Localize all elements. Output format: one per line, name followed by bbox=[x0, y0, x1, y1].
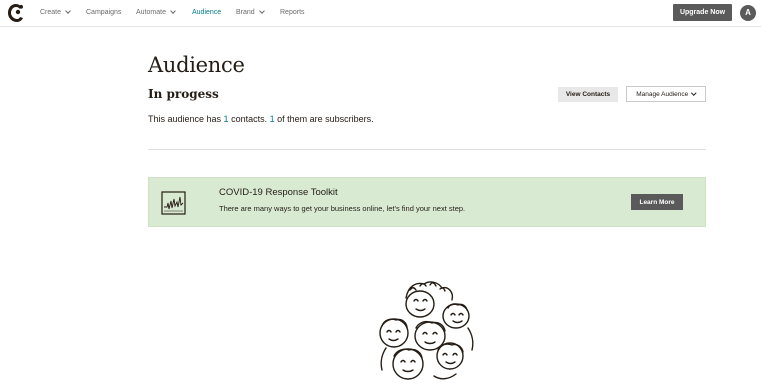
manage-audience-button[interactable]: Manage Audience bbox=[626, 86, 706, 102]
audience-name: In progess bbox=[148, 87, 219, 101]
nav-item-create[interactable]: Create bbox=[40, 8, 71, 16]
nav-item-reports[interactable]: Reports bbox=[280, 9, 305, 16]
summary-prefix: This audience has bbox=[148, 114, 224, 124]
chart-line-icon bbox=[161, 191, 186, 215]
nav-item-audience[interactable]: Audience bbox=[192, 9, 221, 16]
group-of-faces-illustration bbox=[379, 281, 474, 380]
avatar[interactable]: A bbox=[740, 5, 756, 21]
manage-audience-label: Manage Audience bbox=[636, 90, 689, 98]
page-title: Audience bbox=[148, 53, 245, 77]
banner-text: There are many ways to get your business… bbox=[219, 204, 466, 213]
chevron-down-icon bbox=[258, 8, 265, 14]
summary-suffix: of them are subscribers. bbox=[274, 114, 374, 124]
view-contacts-button[interactable]: View Contacts bbox=[558, 87, 618, 102]
nav-item-label: Reports bbox=[280, 9, 305, 16]
audience-summary: This audience has 1 contacts. 1 of them … bbox=[148, 114, 374, 124]
divider bbox=[148, 149, 706, 150]
mailchimp-logo-icon[interactable] bbox=[7, 3, 25, 23]
nav-item-brand[interactable]: Brand bbox=[236, 8, 265, 16]
chevron-down-icon bbox=[170, 8, 176, 14]
nav-item-campaigns[interactable]: Campaigns bbox=[86, 9, 121, 16]
nav-item-label: Create bbox=[40, 9, 62, 16]
banner-title: COVID-19 Response Toolkit bbox=[219, 187, 338, 198]
chevron-down-icon bbox=[65, 8, 71, 14]
top-navigation: Create Campaigns Automate Audience Brand… bbox=[0, 0, 761, 27]
chevron-down-icon bbox=[691, 90, 697, 95]
nav-item-label: Automate bbox=[136, 9, 166, 16]
nav-item-automate[interactable]: Automate bbox=[136, 8, 176, 16]
nav-item-label: Brand bbox=[236, 9, 255, 16]
covid-toolkit-banner: COVID-19 Response Toolkit There are many… bbox=[148, 177, 706, 227]
nav-item-label: Campaigns bbox=[86, 9, 122, 16]
summary-middle: contacts. bbox=[228, 114, 270, 124]
upgrade-now-button[interactable]: Upgrade Now bbox=[673, 4, 732, 21]
nav-item-label: Audience bbox=[192, 9, 222, 16]
learn-more-button[interactable]: Learn More bbox=[631, 194, 683, 210]
